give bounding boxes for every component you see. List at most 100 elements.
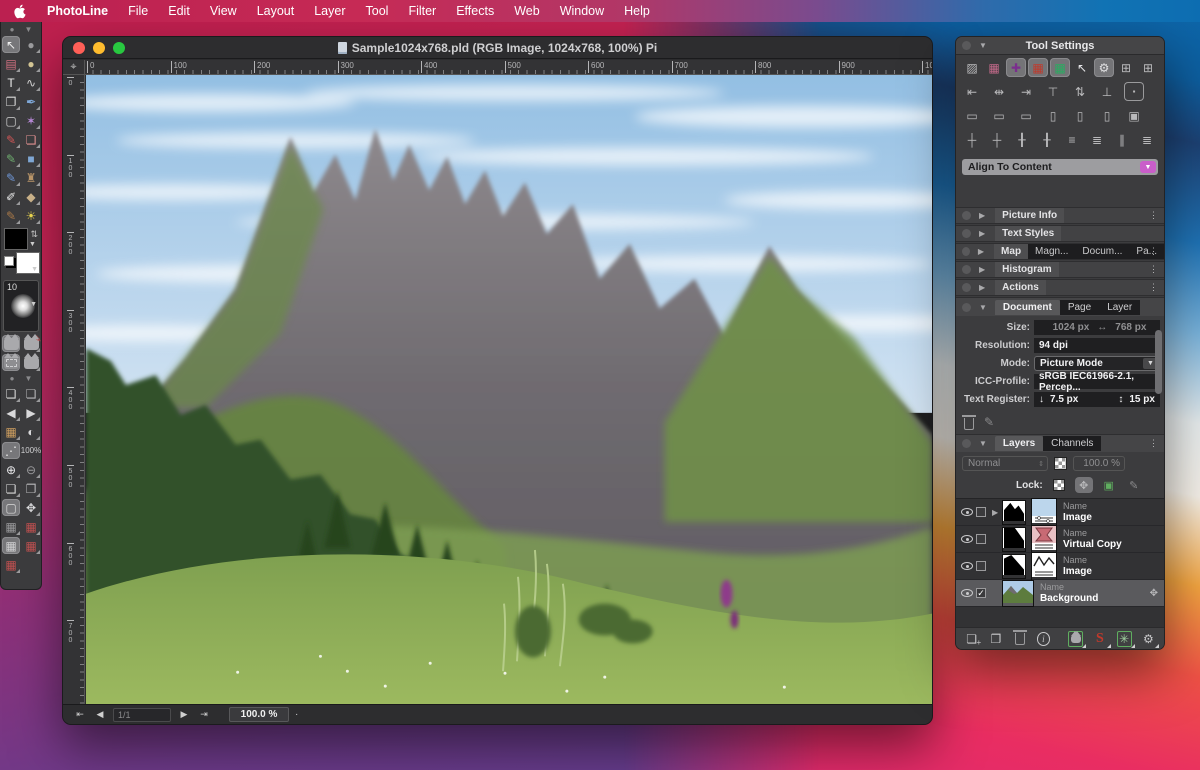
gradient-tool[interactable]: ■	[22, 150, 40, 167]
magic-wand-tool[interactable]: ✶	[22, 112, 40, 129]
align-top-icon[interactable]: ⊤	[1043, 82, 1063, 101]
tab-magn[interactable]: Magn...	[1028, 244, 1075, 259]
panel-circle-icon[interactable]	[962, 229, 971, 238]
tab-docum[interactable]: Docum...	[1075, 244, 1129, 259]
eraser-tool[interactable]: ❏	[22, 131, 40, 148]
menu-layer[interactable]: Layer	[304, 4, 355, 18]
tab-document[interactable]: Document	[995, 300, 1060, 315]
panel-circle-icon[interactable]	[962, 439, 971, 448]
brush-tool[interactable]: ✎	[2, 131, 20, 148]
menu-layout[interactable]: Layout	[247, 4, 305, 18]
delete-icon[interactable]	[964, 418, 974, 430]
zoom-tool[interactable]: ⋰	[2, 442, 20, 459]
last-page-button[interactable]: ⇥	[197, 709, 211, 720]
icc-profile-value[interactable]: sRGB IEC61966-2.1, Percep...	[1034, 374, 1160, 389]
tab-map[interactable]: Map	[994, 244, 1028, 259]
distribute-height-icon[interactable]: ≣	[1137, 130, 1157, 149]
text-block-tool[interactable]: ▤	[2, 55, 20, 72]
new-layer-icon[interactable]: ❏+	[964, 631, 979, 647]
move-tool[interactable]: ↖	[2, 36, 20, 53]
expand-icon[interactable]: ▼	[979, 303, 987, 312]
lock-transparency-icon[interactable]	[1050, 477, 1068, 493]
layer-visibility-eye-icon[interactable]	[961, 535, 973, 543]
expand-icon[interactable]: ▶	[979, 283, 985, 292]
menu-effects[interactable]: Effects	[446, 4, 504, 18]
light-tool[interactable]: ☀	[22, 207, 40, 224]
menu-help[interactable]: Help	[614, 4, 660, 18]
foreground-color-swatch[interactable]	[4, 228, 28, 250]
layer-mask-thumbnail[interactable]	[1002, 527, 1026, 552]
layer-visibility-eye-icon[interactable]	[961, 562, 973, 570]
distribute-width-icon[interactable]: ∥	[1112, 130, 1132, 149]
align-bottom-icon[interactable]: ⊥	[1097, 82, 1117, 101]
layer-checkbox[interactable]	[976, 561, 986, 571]
object-align-bottom-icon[interactable]: ▯	[1097, 106, 1117, 125]
page-indicator[interactable]: 1/1	[113, 708, 171, 722]
red-grid-tool-3[interactable]: ▦	[2, 556, 20, 573]
color-chart-tool[interactable]: ▦	[2, 423, 20, 440]
swap-colors-icon[interactable]: ⇅	[30, 229, 38, 240]
next-page-button[interactable]: ▶	[22, 404, 40, 421]
layer-checkbox[interactable]	[976, 534, 986, 544]
tab-page[interactable]: Page	[1060, 300, 1099, 315]
green-grid-icon[interactable]: ▦	[1050, 58, 1070, 77]
grid-red-blue-icon[interactable]: ▦	[984, 58, 1004, 77]
new-page-tool[interactable]: ❏	[2, 480, 20, 497]
object-align-both-icon[interactable]: ▣	[1124, 106, 1144, 125]
mode-dropdown[interactable]: Picture Mode ▼	[1034, 356, 1160, 371]
panel-circle-icon[interactable]	[962, 303, 971, 312]
expand-icon[interactable]: ▶	[979, 211, 985, 220]
zoom-in-button[interactable]: ⊕	[2, 461, 20, 478]
bg-dropdown-arrow[interactable]: ▼	[31, 266, 38, 273]
layer-drag-handle[interactable]: ✥	[1150, 588, 1158, 599]
distribute-center-icon[interactable]: ┼	[987, 130, 1007, 149]
layer-checkbox[interactable]: ✓	[976, 588, 986, 598]
lasso-tool[interactable]: ∿	[22, 74, 40, 91]
marquee-tool[interactable]: ▢	[2, 112, 20, 129]
page-tool[interactable]: ❏	[2, 385, 20, 402]
zoom-out-button[interactable]: ⊖	[22, 461, 40, 478]
horizontal-ruler[interactable]: 01002003004005006007008009001000	[85, 60, 932, 75]
stamp-tool[interactable]: ♜	[22, 169, 40, 186]
airbrush-tool[interactable]: ✎	[2, 169, 20, 186]
layer-name[interactable]: Virtual Copy	[1063, 539, 1122, 550]
gear-icon[interactable]: ⚙	[1094, 58, 1114, 77]
layer-mask-thumbnail[interactable]	[1002, 554, 1026, 579]
layer-settings-gear-icon[interactable]: ⚙	[1141, 631, 1156, 647]
menu-view[interactable]: View	[200, 4, 247, 18]
layer-row-image[interactable]: NameImage	[956, 553, 1164, 580]
expand-icon[interactable]: ▼	[979, 439, 987, 448]
menu-filter[interactable]: Filter	[398, 4, 446, 18]
previous-page-button[interactable]: ◀	[93, 709, 107, 720]
menu-tool[interactable]: Tool	[356, 4, 399, 18]
layer-name[interactable]: Image	[1063, 512, 1092, 523]
apple-menu-icon[interactable]	[14, 4, 27, 19]
size-value[interactable]: 1024 px ↔ 768 px	[1034, 320, 1160, 335]
brush-preview[interactable]: 10 ▼	[3, 280, 39, 332]
layer-row-background[interactable]: ✓NameBackground✥	[956, 580, 1164, 607]
transform-tool-icon[interactable]: ▨	[962, 58, 982, 77]
color-circle-tool[interactable]: ●	[22, 55, 40, 72]
text-register-values[interactable]: ↓7.5 px ↕15 px	[1034, 392, 1160, 407]
tab-layer[interactable]: Layer	[1099, 300, 1140, 315]
lock-position-icon[interactable]: ✥	[1075, 477, 1093, 493]
tab-pa[interactable]: Pa...	[1129, 244, 1164, 259]
align-dropdown-button[interactable]: ▼	[1140, 161, 1156, 173]
opacity-field[interactable]: 100.0 %	[1073, 456, 1125, 471]
panel-scrollbar[interactable]	[1155, 330, 1162, 394]
tab-textstyles[interactable]: Text Styles	[995, 226, 1061, 241]
style-icon[interactable]: S	[1092, 631, 1107, 647]
layers-panel-header[interactable]: ▼ LayersChannels ⋮	[956, 434, 1164, 452]
object-align-right-icon[interactable]: ▭	[1016, 106, 1036, 125]
mask-select-tool[interactable]	[2, 354, 20, 371]
green-grid-tool[interactable]: ▦	[2, 537, 20, 554]
document-panel-header[interactable]: ▼ DocumentPageLayer	[956, 298, 1164, 316]
contrast-tool[interactable]: ◐	[22, 423, 40, 440]
tab-pictureinfo[interactable]: Picture Info	[995, 208, 1064, 223]
resolution-value[interactable]: 94 dpi	[1034, 338, 1160, 353]
expand-icon[interactable]: ▶	[979, 229, 985, 238]
mask-paint-tool[interactable]: ✎	[22, 335, 40, 352]
delete-layer-icon[interactable]	[1012, 631, 1027, 647]
layer-visibility-eye-icon[interactable]	[961, 589, 973, 597]
panel-menu-icon[interactable]: ⋮	[1149, 210, 1158, 221]
